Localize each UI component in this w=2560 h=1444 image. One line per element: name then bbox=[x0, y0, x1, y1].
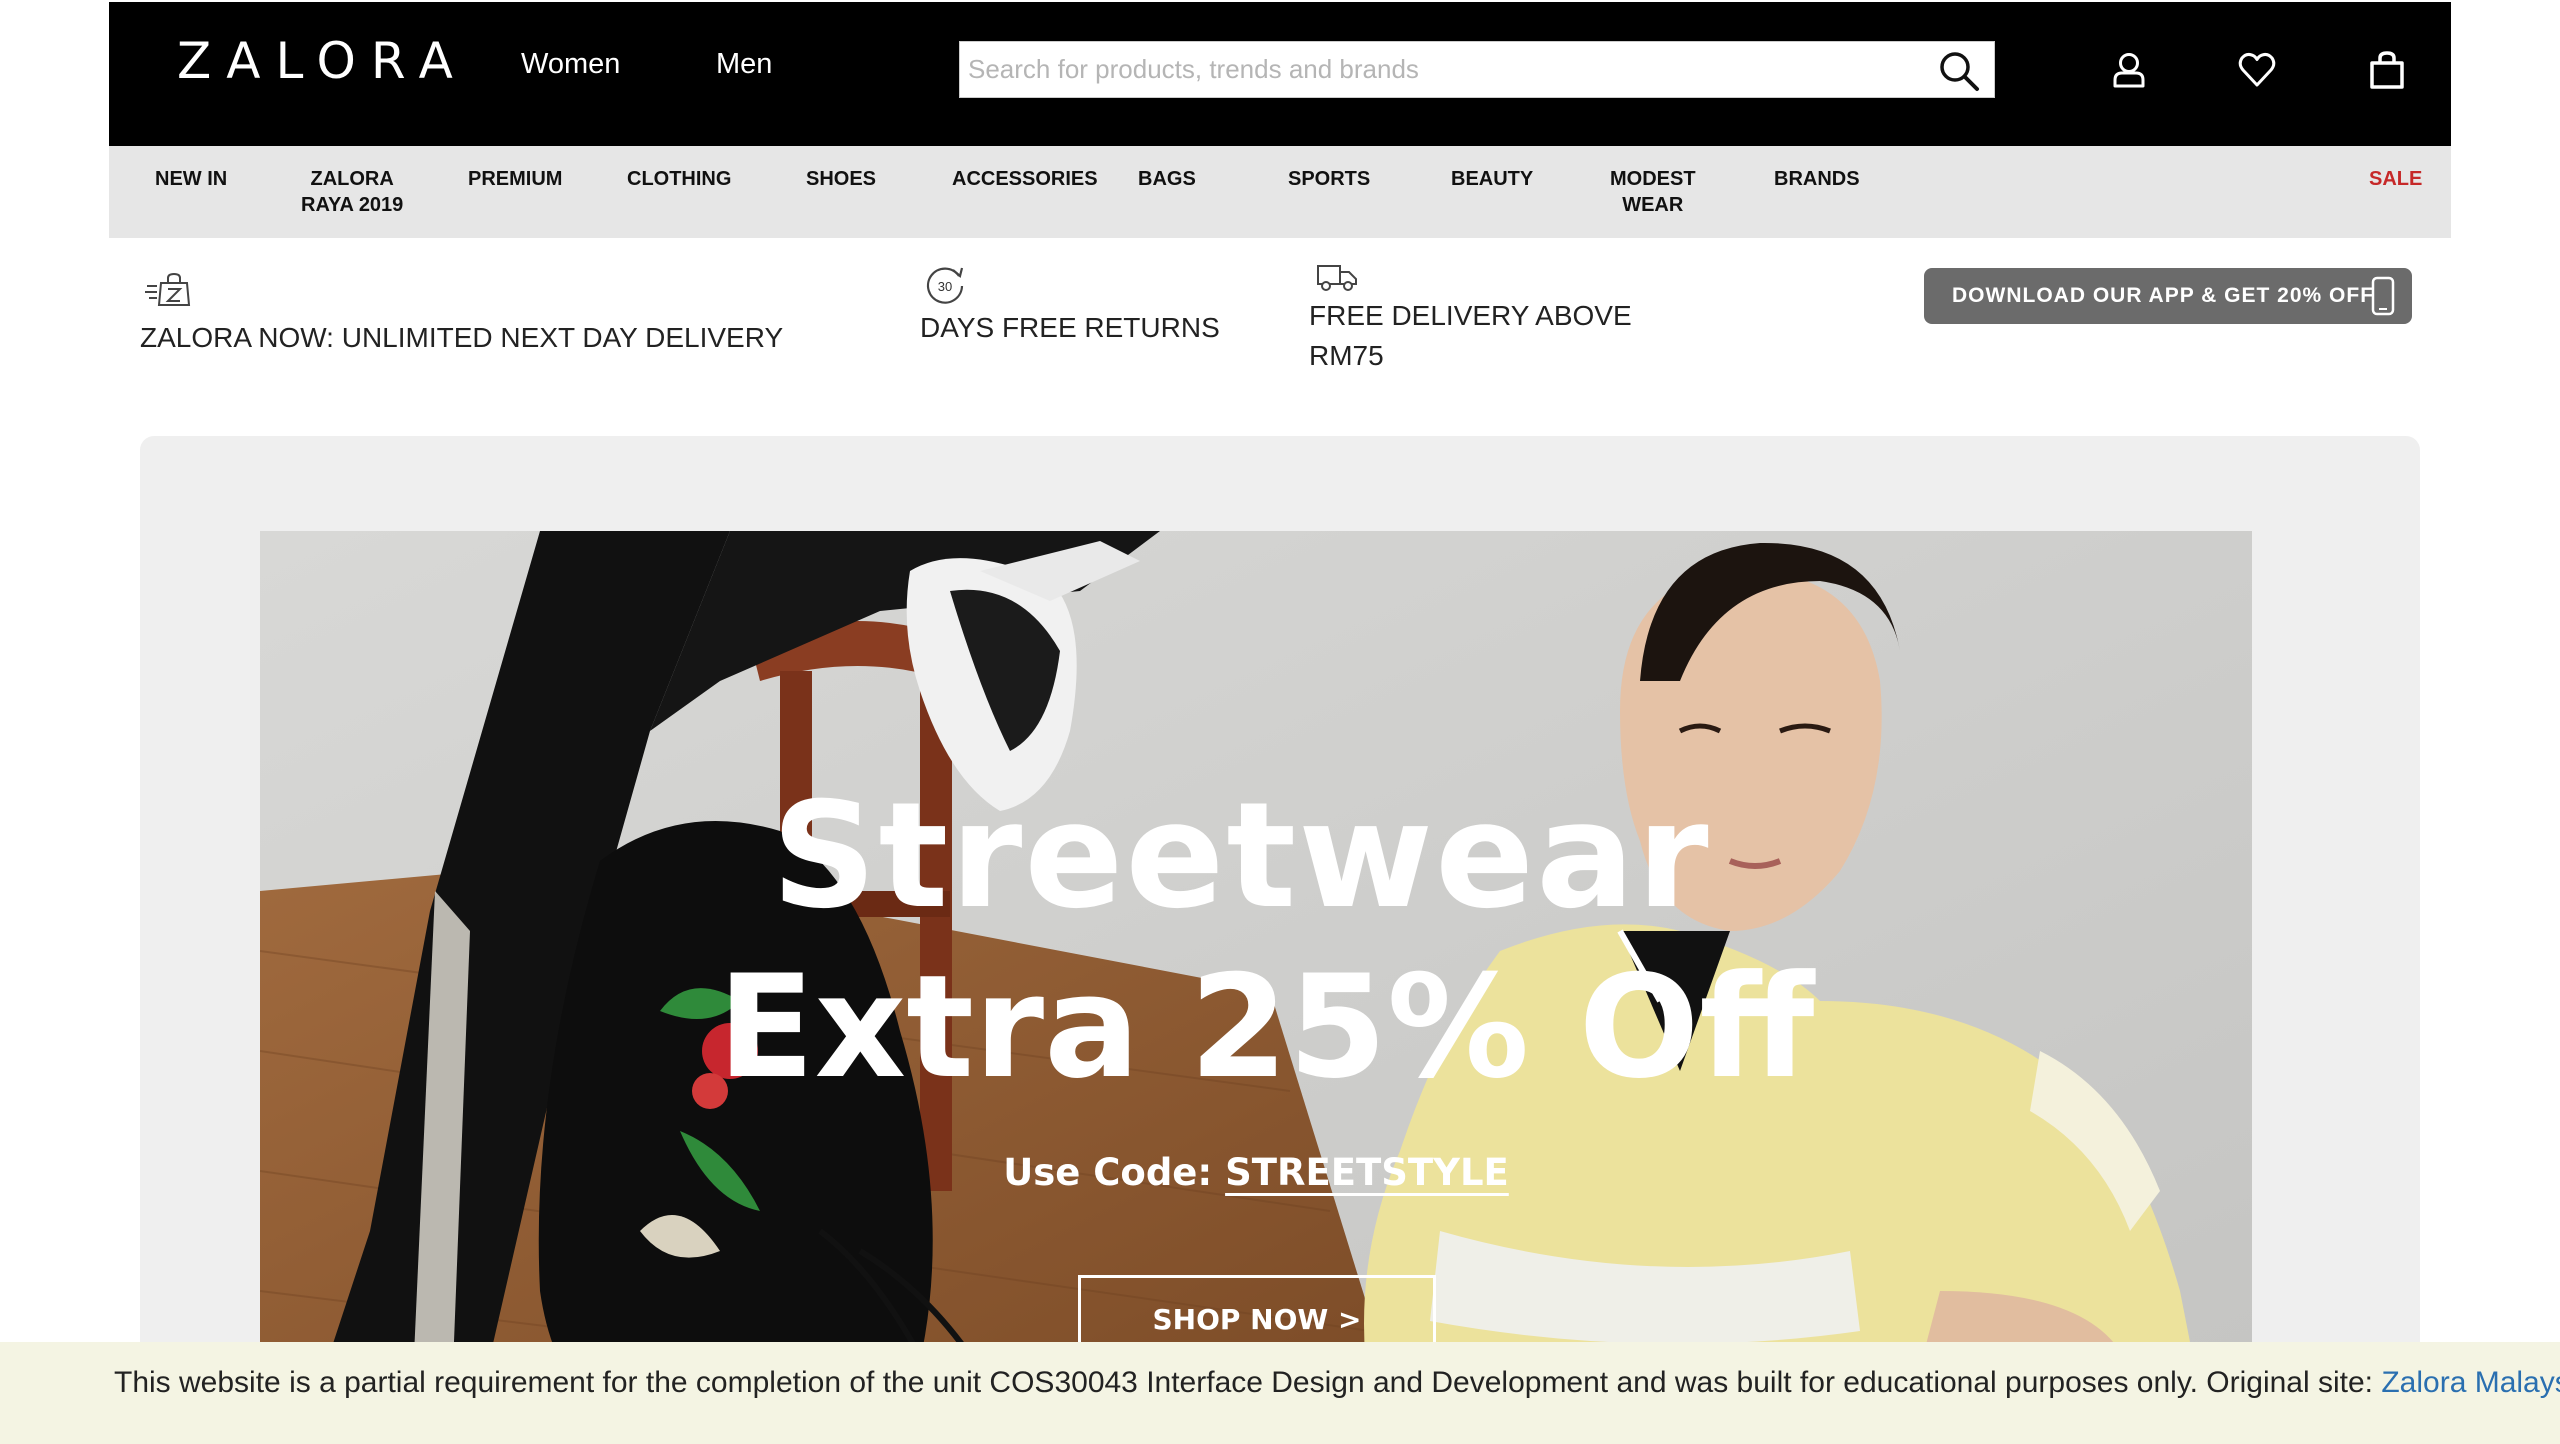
promo-code-label: Use Code: bbox=[1003, 1151, 1213, 1194]
notice-text-wrap: This website is a partial requirement fo… bbox=[114, 1366, 2560, 1400]
nav-item-sports[interactable]: SPORTS bbox=[1288, 166, 1370, 192]
account-icon[interactable] bbox=[2109, 50, 2149, 90]
site-header: ZALORA Women Men bbox=[109, 2, 2451, 146]
nav-item-accessories[interactable]: ACCESSORIES bbox=[952, 166, 1098, 192]
promo-code-value: STREETSTYLE bbox=[1225, 1151, 1509, 1194]
nav-item-modest-wear[interactable]: MODEST WEAR bbox=[1610, 166, 1696, 218]
nav-item-sale[interactable]: SALE bbox=[2369, 166, 2422, 192]
nav-item-beauty[interactable]: BEAUTY bbox=[1451, 166, 1533, 192]
download-app-label: DOWNLOAD OUR APP & GET 20% OFF bbox=[1952, 284, 2375, 307]
nav-item-premium[interactable]: PREMIUM bbox=[468, 166, 562, 192]
men-link[interactable]: Men bbox=[716, 48, 772, 81]
free-returns-text: DAYS FREE RETURNS bbox=[920, 312, 1220, 343]
nav-item-brands[interactable]: BRANDS bbox=[1774, 166, 1860, 192]
page: ZALORA Women Men Search for products, tr… bbox=[0, 0, 2560, 1444]
fast-delivery-bag-icon bbox=[145, 272, 193, 313]
search-input[interactable] bbox=[960, 42, 1920, 97]
free-delivery-text-line1: FREE DELIVERY ABOVE bbox=[1309, 300, 1632, 331]
nav-item-shoes[interactable]: SHOES bbox=[806, 166, 876, 192]
next-day-delivery-text: ZALORA NOW: UNLIMITED NEXT DAY DELIVERY bbox=[140, 322, 784, 353]
nav-item-bags[interactable]: BAGS bbox=[1138, 166, 1196, 192]
notice-text: This website is a partial requirement fo… bbox=[114, 1366, 2382, 1399]
original-site-link[interactable]: Zalora Malaysia bbox=[2381, 1366, 2560, 1399]
phone-icon bbox=[2370, 276, 2396, 321]
free-delivery-text-line2: RM75 bbox=[1309, 340, 1384, 371]
promo-code-line: Use Code: STREETSTYLE bbox=[260, 1151, 2252, 1194]
search-icon[interactable] bbox=[1938, 50, 1980, 92]
zalora-logo[interactable]: ZALORA bbox=[177, 32, 468, 90]
wishlist-icon[interactable] bbox=[2237, 50, 2277, 90]
delivery-truck-icon bbox=[1316, 262, 1358, 297]
educational-notice: This website is a partial requirement fo… bbox=[0, 1342, 2560, 1444]
download-app-button[interactable]: DOWNLOAD OUR APP & GET 20% OFF bbox=[1924, 268, 2412, 324]
nav-item-clothing[interactable]: CLOTHING bbox=[627, 166, 731, 192]
returns-30-icon: 30 bbox=[924, 264, 966, 311]
category-nav: NEW IN ZALORA RAYA 2019 PREMIUM CLOTHING… bbox=[109, 146, 2451, 238]
hero-subtitle: Extra 25% Off bbox=[717, 945, 1815, 1110]
women-link[interactable]: Women bbox=[521, 48, 620, 81]
hero-title: Streetwear bbox=[771, 771, 1711, 941]
nav-item-zalora-raya-2019[interactable]: ZALORA RAYA 2019 bbox=[301, 166, 403, 218]
bag-icon[interactable] bbox=[2367, 50, 2407, 90]
returns-badge-text: 30 bbox=[938, 279, 952, 294]
nav-item-new-in[interactable]: NEW IN bbox=[155, 166, 227, 192]
hero-banner[interactable]: Streetwear Extra 25% Off Use Code: STREE… bbox=[260, 531, 2252, 1444]
search-bar bbox=[959, 41, 1995, 98]
